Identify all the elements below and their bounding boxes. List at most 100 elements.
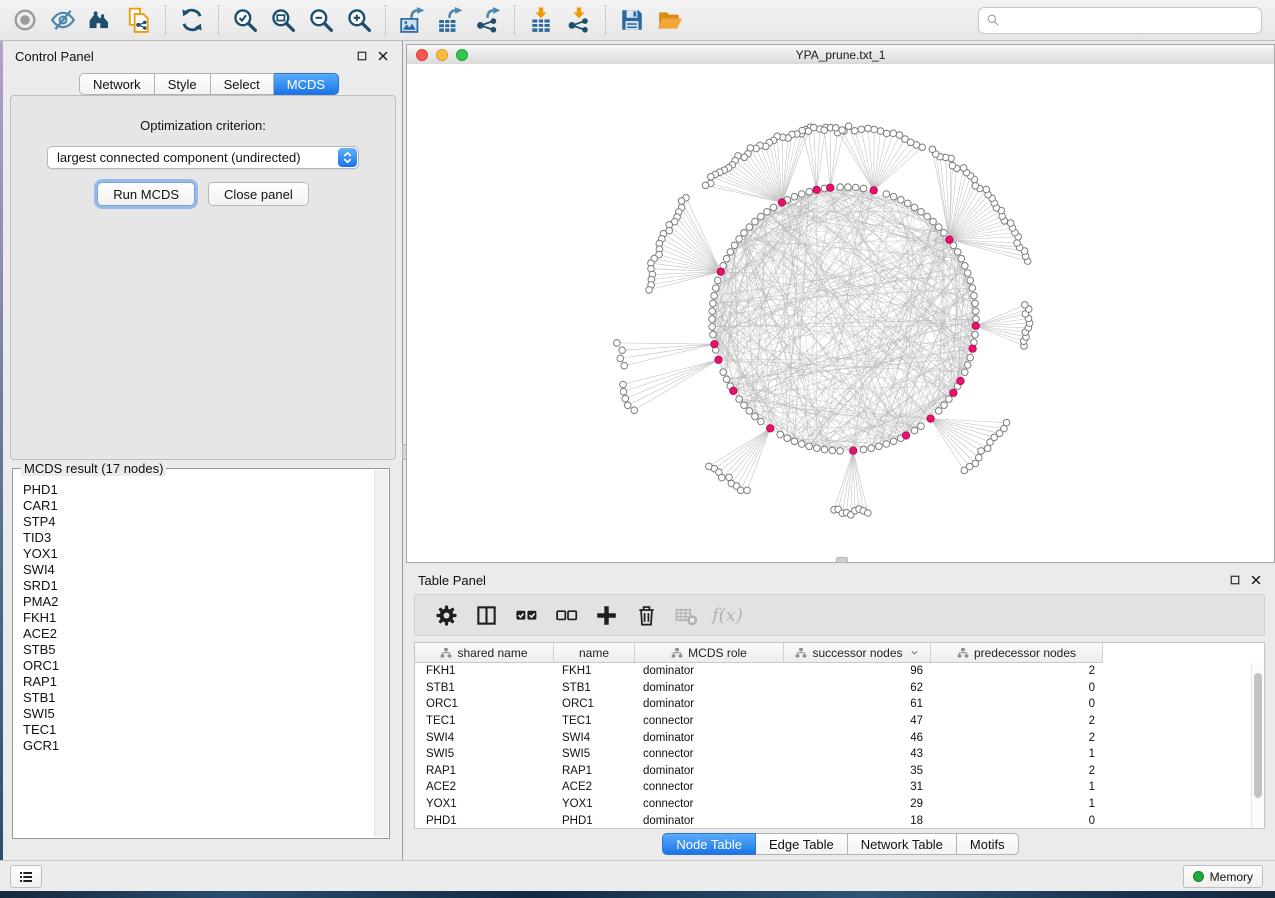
network-view-window: YPA_prune.txt_1 — [406, 44, 1275, 563]
tab-select[interactable]: Select — [211, 73, 274, 95]
table-cell: dominator — [635, 815, 784, 827]
table-cell: dominator — [635, 698, 784, 710]
select-all-rows-button[interactable] — [508, 598, 545, 632]
table-cell: 35 — [784, 765, 931, 777]
shared-column-icon — [440, 647, 452, 659]
table-panel: Table Panel shared namenameMCDS rolesucc… — [406, 565, 1275, 860]
window-zoom-light[interactable] — [456, 49, 468, 61]
mcds-result-item: ORC1 — [23, 658, 374, 674]
float-table-panel-button[interactable] — [1228, 573, 1242, 587]
add-column-button[interactable] — [588, 598, 625, 632]
table-cell: TEC1 — [415, 715, 554, 727]
table-row[interactable]: FKH1FKH1dominator962 — [415, 663, 1251, 680]
table-row[interactable]: TEC1TEC1connector472 — [415, 713, 1251, 730]
table-row[interactable]: RAP1RAP1dominator352 — [415, 763, 1251, 780]
network-from-selection-icon — [126, 7, 152, 33]
import-network-button[interactable] — [561, 3, 597, 37]
tab-edge-table[interactable]: Edge Table — [756, 833, 848, 855]
show-task-history-button[interactable] — [10, 865, 42, 888]
zoom-out-button[interactable] — [303, 3, 339, 37]
column-header-successor-nodes[interactable]: successor nodes — [784, 643, 931, 663]
tab-node-table[interactable]: Node Table — [662, 833, 756, 855]
table-cell: YOX1 — [554, 798, 635, 810]
table-row[interactable]: ORC1ORC1dominator610 — [415, 696, 1251, 713]
shared-column-icon — [671, 647, 683, 659]
network-graph[interactable] — [407, 64, 1274, 562]
table-cell: 96 — [784, 665, 931, 677]
memory-status-dot — [1193, 871, 1204, 882]
mcds-result-item: PHD1 — [23, 482, 374, 498]
table-settings-button[interactable] — [428, 598, 465, 632]
optimization-criterion-value: largest connected component (undirected) — [57, 150, 301, 165]
table-row[interactable]: PHD1PHD1dominator180 — [415, 812, 1251, 828]
first-neighbors-icon — [88, 7, 114, 33]
mcds-result-scrollbar[interactable] — [374, 470, 388, 837]
tab-style[interactable]: Style — [155, 73, 211, 95]
table-cell: 2 — [931, 732, 1103, 744]
tab-mcds[interactable]: MCDS — [274, 73, 339, 95]
apply-preferred-layout-button[interactable] — [174, 3, 210, 37]
memory-button[interactable]: Memory — [1183, 865, 1263, 888]
import-table-button[interactable] — [523, 3, 559, 37]
table-row[interactable]: ACE2ACE2connector311 — [415, 779, 1251, 796]
deselect-all-rows-button[interactable] — [548, 598, 585, 632]
scrollbar-thumb[interactable] — [1254, 673, 1262, 798]
search-box[interactable] — [978, 7, 1262, 34]
tab-network[interactable]: Network — [79, 73, 155, 95]
delete-column-button[interactable] — [628, 598, 665, 632]
export-network-button[interactable] — [470, 3, 506, 37]
export-image-button[interactable] — [394, 3, 430, 37]
table-row[interactable]: SWI4SWI4dominator462 — [415, 729, 1251, 746]
node-table-scrollbar[interactable] — [1251, 663, 1264, 828]
column-header-name[interactable]: name — [554, 643, 635, 663]
column-label: MCDS role — [688, 646, 747, 660]
optimization-criterion-select[interactable]: largest connected component (undirected) — [47, 146, 359, 169]
horizontal-splitter-handle[interactable] — [836, 557, 848, 563]
table-row[interactable]: STB1STB1dominator620 — [415, 680, 1251, 697]
close-control-panel-button[interactable] — [376, 49, 390, 63]
close-panel-button[interactable]: Close panel — [208, 182, 309, 206]
table-cell: YOX1 — [415, 798, 554, 810]
table-cell: RAP1 — [415, 765, 554, 777]
table-cell: connector — [635, 798, 784, 810]
tab-network-table[interactable]: Network Table — [848, 833, 957, 855]
column-header-MCDS-role[interactable]: MCDS role — [635, 643, 784, 663]
table-panel-mode-button[interactable] — [468, 598, 505, 632]
table-cell: 2 — [931, 715, 1103, 727]
mcds-result-list[interactable]: PHD1CAR1STP4TID3YOX1SWI4SRD1PMA2FKH1ACE2… — [14, 470, 374, 837]
float-control-panel-button[interactable] — [355, 49, 369, 63]
window-minimize-light[interactable] — [436, 49, 448, 61]
close-table-panel-button[interactable] — [1249, 573, 1263, 587]
network-window-titlebar[interactable]: YPA_prune.txt_1 — [407, 45, 1274, 65]
column-header-predecessor-nodes[interactable]: predecessor nodes — [931, 643, 1103, 663]
table-cell: 29 — [784, 798, 931, 810]
close-icon — [377, 50, 389, 62]
tab-motifs[interactable]: Motifs — [957, 833, 1019, 855]
run-mcds-button[interactable]: Run MCDS — [97, 182, 195, 206]
zoom-in-button[interactable] — [341, 3, 377, 37]
control-panel-tabs: NetworkStyleSelectMCDS — [79, 73, 339, 95]
main-toolbar — [0, 0, 1275, 41]
table-cell: dominator — [635, 665, 784, 677]
table-row[interactable]: SWI5SWI5connector431 — [415, 746, 1251, 763]
search-input[interactable] — [1005, 12, 1254, 28]
table-cell: SWI5 — [415, 748, 554, 760]
window-close-light[interactable] — [416, 49, 428, 61]
table-row[interactable]: YOX1YOX1connector291 — [415, 796, 1251, 813]
save-session-button[interactable] — [614, 3, 650, 37]
network-from-selection-button[interactable] — [121, 3, 157, 37]
table-cell: FKH1 — [415, 665, 554, 677]
mcds-result-item: SWI4 — [23, 562, 374, 578]
zoom-selected-button[interactable] — [227, 3, 263, 37]
table-cell: 31 — [784, 781, 931, 793]
column-header-shared-name[interactable]: shared name — [415, 643, 554, 663]
hide-selected-button[interactable] — [45, 3, 81, 37]
control-panel-title: Control Panel — [15, 49, 94, 64]
first-neighbors-button[interactable] — [83, 3, 119, 37]
network-view-title: YPA_prune.txt_1 — [407, 48, 1274, 62]
table-cell: ACE2 — [415, 781, 554, 793]
zoom-fit-button[interactable] — [265, 3, 301, 37]
export-table-button[interactable] — [432, 3, 468, 37]
status-bar: Memory — [0, 860, 1275, 891]
open-file-button[interactable] — [652, 3, 688, 37]
